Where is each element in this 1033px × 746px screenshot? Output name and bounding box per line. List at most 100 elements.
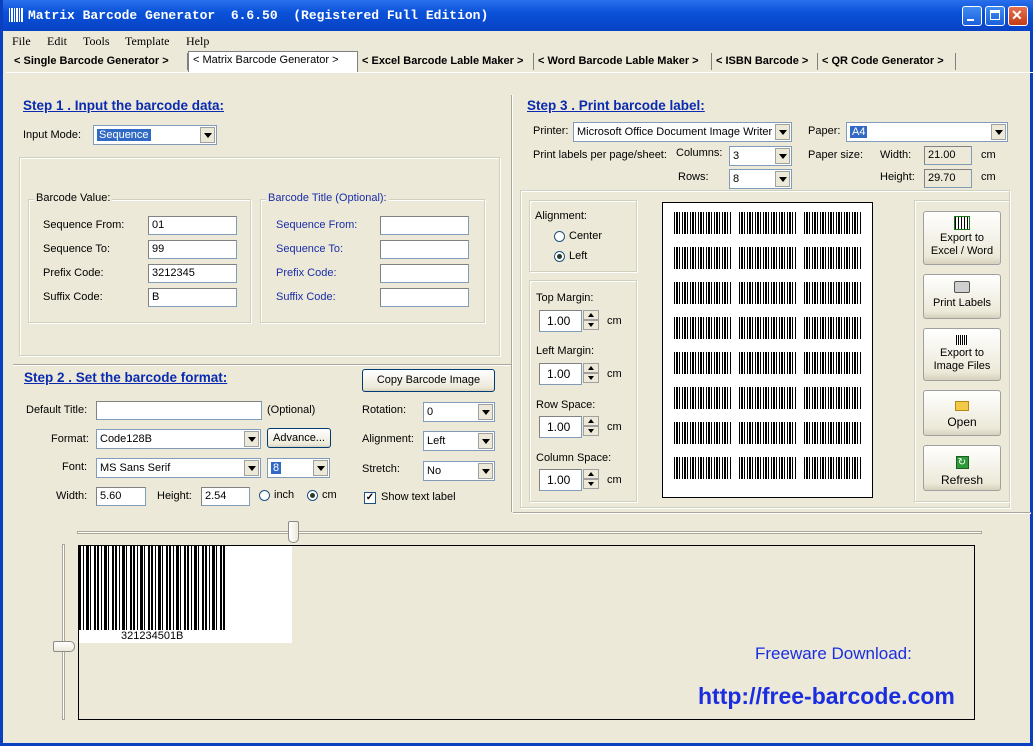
- mini-label-barcode: [739, 282, 797, 308]
- open-label: Open: [947, 415, 977, 429]
- width-input[interactable]: 5.60: [96, 487, 146, 506]
- menu-file[interactable]: File: [12, 34, 31, 49]
- format-label: Format:: [51, 433, 89, 445]
- open-button[interactable]: Open: [923, 390, 1001, 436]
- barcode-title-title: Barcode Title (Optional):: [266, 192, 389, 204]
- export-excel-word-button[interactable]: Export to Excel / Word: [923, 211, 1001, 265]
- align-left-radio[interactable]: [554, 251, 565, 262]
- menu-template[interactable]: Template: [125, 34, 169, 49]
- align-center-radio[interactable]: [554, 231, 565, 242]
- menu-bar: File Edit Tools Template Help: [6, 31, 1033, 50]
- chevron-down-icon[interactable]: [775, 124, 790, 140]
- freeware-label: Freeware Download:: [755, 644, 912, 663]
- minimize-button[interactable]: [962, 6, 982, 26]
- chevron-down-icon[interactable]: [244, 460, 259, 476]
- step1-heading: Step 1 . Input the barcode data:: [23, 98, 225, 113]
- height-input[interactable]: 2.54: [201, 487, 250, 506]
- column-space-spinner[interactable]: [583, 469, 600, 491]
- show-text-checkbox[interactable]: ✓: [364, 492, 376, 504]
- left-margin-unit: cm: [607, 368, 622, 380]
- font-select[interactable]: MS Sans Serif: [96, 458, 261, 478]
- maximize-button[interactable]: [985, 6, 1005, 26]
- menu-edit[interactable]: Edit: [47, 34, 67, 49]
- columns-select[interactable]: 3: [729, 146, 792, 166]
- unit-inch-radio[interactable]: [259, 490, 270, 501]
- vertical-zoom-slider[interactable]: [62, 544, 65, 720]
- title-bar[interactable]: Matrix Barcode Generator 6.6.50 (Registe…: [3, 0, 1033, 31]
- title-prefix-input[interactable]: [380, 264, 469, 283]
- tab-isbn[interactable]: < ISBN Barcode >: [712, 53, 818, 70]
- tab-single-barcode[interactable]: < Single Barcode Generator >: [10, 53, 188, 70]
- chevron-down-icon[interactable]: [991, 124, 1006, 140]
- top-margin-spinner[interactable]: [583, 310, 600, 332]
- chevron-down-icon[interactable]: [200, 127, 215, 143]
- chevron-down-icon[interactable]: [313, 460, 328, 476]
- left-margin-input[interactable]: 1.00: [539, 363, 582, 385]
- mini-label-barcode: [674, 317, 732, 343]
- column-space-input[interactable]: 1.00: [539, 469, 582, 491]
- advance-button[interactable]: Advance...: [267, 428, 331, 448]
- left-margin-spinner[interactable]: [583, 363, 600, 385]
- row-space-input[interactable]: 1.00: [539, 416, 582, 438]
- mini-label-barcode: [804, 282, 862, 308]
- paper-width-input[interactable]: 21.00: [924, 146, 972, 165]
- printer-select[interactable]: Microsoft Office Document Image Writer: [573, 122, 792, 142]
- mini-label-barcode: [674, 282, 732, 308]
- chevron-down-icon[interactable]: [478, 404, 493, 420]
- rows-select[interactable]: 8: [729, 169, 792, 189]
- step3-heading: Step 3 . Print barcode label:: [527, 98, 705, 113]
- vertical-slider-thumb[interactable]: [53, 641, 75, 652]
- refresh-label: Refresh: [940, 473, 984, 487]
- export-image-files-button[interactable]: Export to Image Files: [923, 328, 1001, 381]
- tab-excel-lable[interactable]: < Excel Barcode Lable Maker >: [358, 53, 534, 70]
- horizontal-slider-thumb[interactable]: [288, 521, 299, 543]
- title-suffix-input[interactable]: [380, 288, 469, 307]
- format-value: Code128B: [100, 433, 152, 445]
- stretch-label: Stretch:: [362, 463, 400, 475]
- freeware-url-link[interactable]: http://free-barcode.com: [698, 683, 955, 710]
- tab-qr-code[interactable]: < QR Code Generator >: [818, 53, 956, 70]
- font-size-select[interactable]: 8: [267, 458, 330, 478]
- export-image-files-label: Export to Image Files: [933, 347, 991, 372]
- page-preview: [662, 202, 873, 498]
- mini-label-barcode: [739, 457, 797, 483]
- refresh-button[interactable]: ↻ Refresh: [923, 445, 1001, 491]
- paper-select[interactable]: A4: [846, 122, 1008, 142]
- title-seq-from-input[interactable]: [380, 216, 469, 235]
- suffix-code-input[interactable]: B: [148, 288, 237, 307]
- rotation-select[interactable]: 0: [423, 402, 495, 422]
- chevron-down-icon[interactable]: [775, 148, 790, 164]
- mini-label-barcode: [674, 457, 732, 483]
- input-mode-select[interactable]: Sequence: [93, 125, 217, 145]
- seq-to-input[interactable]: 99: [148, 240, 237, 259]
- divider: [13, 364, 513, 366]
- alignment-select[interactable]: Left: [423, 431, 495, 451]
- top-margin-input[interactable]: 1.00: [539, 310, 582, 332]
- title-seq-to-input[interactable]: [380, 240, 469, 259]
- prefix-code-input[interactable]: 3212345: [148, 264, 237, 283]
- chevron-down-icon[interactable]: [478, 463, 493, 479]
- print-labels-button[interactable]: Print Labels: [923, 274, 1001, 319]
- paper-height-input[interactable]: 29.70: [924, 169, 972, 188]
- tab-matrix-barcode[interactable]: < Matrix Barcode Generator >: [188, 51, 358, 72]
- default-title-input[interactable]: [96, 401, 262, 420]
- close-button[interactable]: ✕: [1008, 6, 1028, 26]
- horizontal-zoom-slider[interactable]: [77, 531, 982, 534]
- stretch-select[interactable]: No: [423, 461, 495, 481]
- unit-cm-radio[interactable]: [307, 490, 318, 501]
- align-left-label: Left: [569, 250, 588, 262]
- copy-barcode-image-button[interactable]: Copy Barcode Image: [362, 369, 495, 392]
- chevron-down-icon[interactable]: [775, 171, 790, 187]
- tab-word-lable[interactable]: < Word Barcode Lable Maker >: [534, 53, 712, 70]
- format-select[interactable]: Code128B: [96, 429, 261, 449]
- rows-label: Rows:: [678, 171, 709, 183]
- mini-label-barcode: [674, 212, 732, 238]
- row-space-spinner[interactable]: [583, 416, 600, 438]
- chevron-down-icon[interactable]: [244, 431, 259, 447]
- seq-from-input[interactable]: 01: [148, 216, 237, 235]
- menu-tools[interactable]: Tools: [83, 34, 110, 49]
- prefix-code-label: Prefix Code:: [43, 267, 104, 279]
- menu-help[interactable]: Help: [186, 34, 209, 49]
- mini-label-barcode: [739, 387, 797, 413]
- chevron-down-icon[interactable]: [478, 433, 493, 449]
